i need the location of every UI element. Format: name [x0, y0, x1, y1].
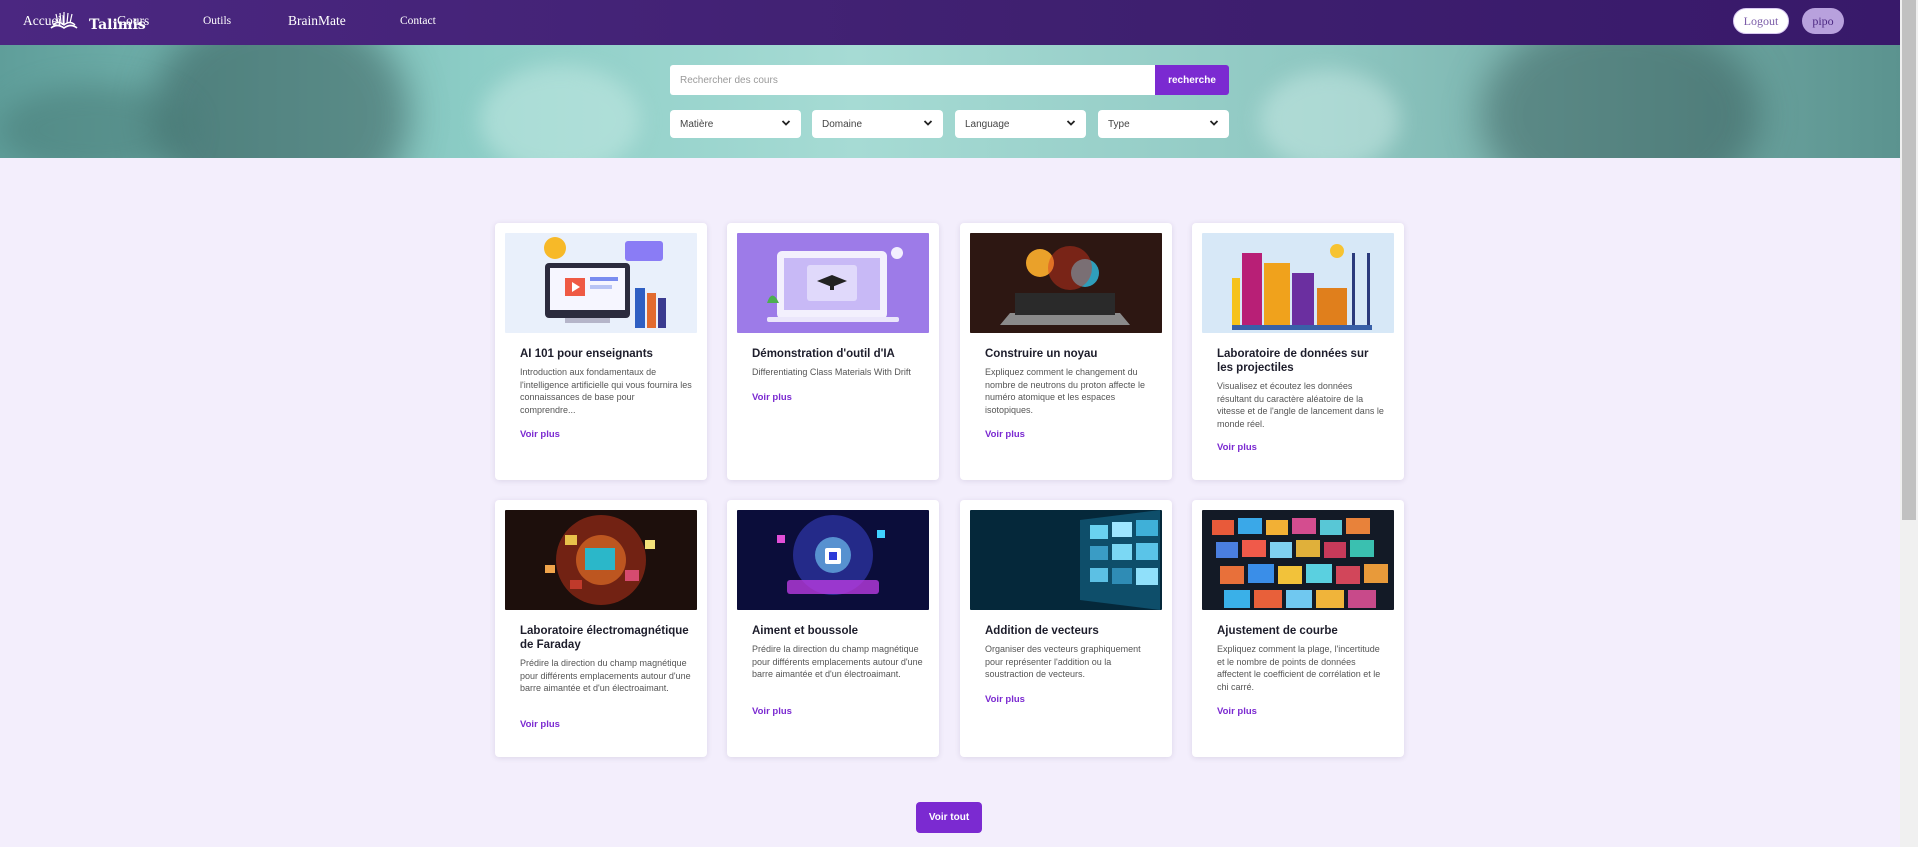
- course-thumbnail: [737, 510, 929, 610]
- course-title: Démonstration d'outil d'IA: [752, 348, 895, 360]
- voir-plus-link[interactable]: Voir plus: [752, 706, 792, 717]
- chevron-down-icon: [1209, 118, 1219, 131]
- course-card[interactable]: Addition de vecteurs Organiser des vecte…: [960, 500, 1172, 757]
- course-description: Prédire la direction du champ magnétique…: [752, 644, 923, 679]
- voir-plus-link[interactable]: Voir plus: [1217, 706, 1257, 717]
- course-description: Visualisez et écoutez les données résult…: [1217, 381, 1384, 429]
- hero-photo: [150, 45, 410, 158]
- logout-button[interactable]: Logout: [1733, 8, 1789, 34]
- chevron-down-icon: [1066, 118, 1076, 131]
- course-title: AI 101 pour enseignants: [520, 348, 653, 360]
- nav-brainmate[interactable]: BrainMate: [288, 13, 346, 29]
- filter-label: Matière: [680, 118, 714, 130]
- hero-photo-shape: [1480, 45, 1760, 158]
- filter-type[interactable]: Type: [1098, 110, 1229, 138]
- user-menu-button[interactable]: pipo: [1802, 8, 1844, 34]
- course-description: Introduction aux fondamentaux de l'intel…: [520, 367, 692, 415]
- course-description: Organiser des vecteurs graphiquement pou…: [985, 644, 1141, 679]
- nav-contact[interactable]: Contact: [400, 15, 436, 27]
- voir-plus-link[interactable]: Voir plus: [520, 719, 560, 730]
- hero-photo-shape: [1260, 70, 1400, 158]
- scrollbar-thumb[interactable]: [1902, 0, 1916, 520]
- voir-plus-link[interactable]: Voir plus: [985, 694, 1025, 705]
- search-button[interactable]: recherche: [1155, 65, 1229, 95]
- voir-plus-link[interactable]: Voir plus: [985, 429, 1025, 440]
- hero-photo-shape: [480, 65, 640, 158]
- filter-matiere[interactable]: Matière: [670, 110, 801, 138]
- filter-label: Language: [965, 118, 1010, 130]
- chevron-down-icon: [923, 118, 933, 131]
- course-title: Laboratoire de données sur les projectil…: [1217, 348, 1369, 374]
- course-card[interactable]: Construire un noyau Expliquez comment le…: [960, 223, 1172, 480]
- course-thumbnail: [970, 233, 1162, 333]
- course-title: Construire un noyau: [985, 348, 1098, 360]
- course-thumbnail: [1202, 233, 1394, 333]
- course-thumbnail: [970, 510, 1162, 610]
- course-description: Differentiating Class Materials With Dri…: [752, 367, 911, 377]
- filter-language[interactable]: Language: [955, 110, 1086, 138]
- course-thumbnail: [505, 233, 697, 333]
- filter-domaine[interactable]: Domaine: [812, 110, 943, 138]
- course-thumbnail: [505, 510, 697, 610]
- filter-label: Type: [1108, 118, 1130, 130]
- course-thumbnail: [737, 233, 929, 333]
- course-description: Prédire la direction du champ magnétique…: [520, 658, 691, 693]
- voir-tout-button[interactable]: Voir tout: [916, 802, 982, 833]
- course-card[interactable]: Aiment et boussole Prédire la direction …: [727, 500, 939, 757]
- course-description: Expliquez comment la plage, l'incertitud…: [1217, 644, 1381, 692]
- course-title: Ajustement de courbe: [1217, 625, 1338, 637]
- course-title: Laboratoire électromagnétique de Faraday: [520, 625, 689, 651]
- top-navbar: Talimis Accueil Cours Outils BrainMate C…: [0, 0, 1900, 45]
- search-input[interactable]: [670, 65, 1155, 95]
- course-card[interactable]: Laboratoire de données sur les projectil…: [1192, 223, 1404, 480]
- nav-accueil[interactable]: Accueil: [23, 13, 65, 29]
- course-description: Expliquez comment le changement du nombr…: [985, 367, 1145, 415]
- course-card[interactable]: AI 101 pour enseignants Introduction aux…: [495, 223, 707, 480]
- course-card[interactable]: Démonstration d'outil d'IA Differentiati…: [727, 223, 939, 480]
- voir-plus-link[interactable]: Voir plus: [752, 392, 792, 403]
- course-card[interactable]: Ajustement de courbe Expliquez comment l…: [1192, 500, 1404, 757]
- chevron-down-icon: [781, 118, 791, 131]
- course-title: Addition de vecteurs: [985, 625, 1099, 637]
- course-thumbnail: [1202, 510, 1394, 610]
- voir-plus-link[interactable]: Voir plus: [520, 429, 560, 440]
- nav-outils[interactable]: Outils: [203, 15, 231, 27]
- voir-plus-link[interactable]: Voir plus: [1217, 442, 1257, 453]
- course-title: Aiment et boussole: [752, 625, 859, 637]
- nav-cours[interactable]: Cours: [117, 13, 149, 29]
- filter-label: Domaine: [822, 118, 863, 130]
- hero-banner: recherche Matière Domaine Language Type: [0, 45, 1900, 158]
- course-card[interactable]: Laboratoire électromagnétique de Faraday…: [495, 500, 707, 757]
